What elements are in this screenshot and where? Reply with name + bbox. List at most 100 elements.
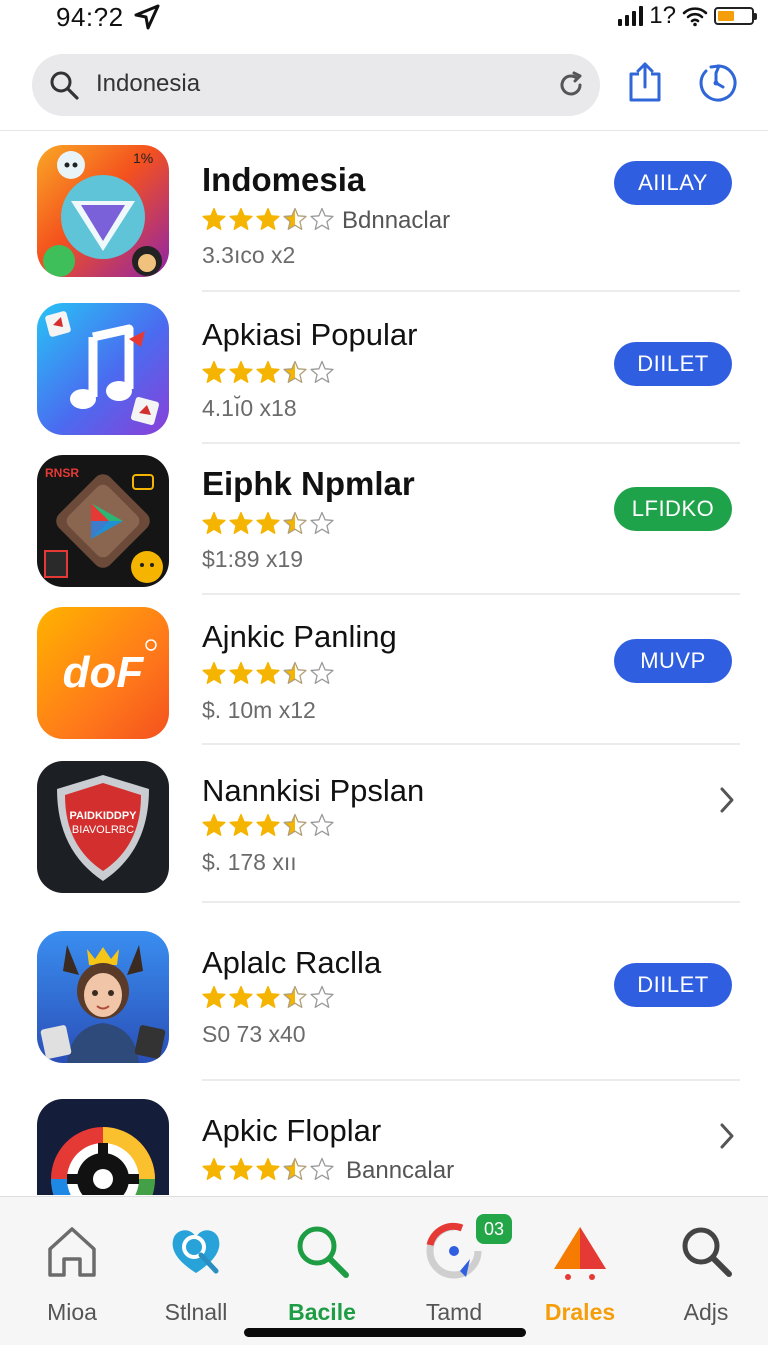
app-row[interactable]: Aplalc Raclla S0 73 x40 DIILET — [0, 903, 768, 1081]
play-store-game-icon[interactable]: RNSR — [37, 455, 169, 587]
music-note-app-icon[interactable] — [37, 303, 169, 435]
svg-text:BIAVOLRBC: BIAVOLRBC — [72, 824, 134, 836]
star — [202, 813, 226, 836]
app-meta: 4.1ı̆0 x18 — [202, 395, 297, 421]
star — [283, 661, 307, 684]
gear-wheel-app-icon[interactable] — [37, 1099, 169, 1195]
star — [229, 985, 253, 1008]
star — [310, 1157, 334, 1180]
home-icon — [48, 1227, 96, 1277]
star — [310, 985, 334, 1008]
colorful-folder-app-icon[interactable]: 1% — [37, 145, 169, 277]
tab-label: Mioa — [47, 1299, 97, 1325]
search-bar[interactable] — [32, 54, 600, 116]
star — [256, 207, 280, 230]
tab-label: Bacile — [288, 1299, 356, 1325]
star — [256, 360, 280, 383]
rating-label: Banncalar — [346, 1157, 455, 1184]
app-name[interactable]: Eiphk Npmlar — [202, 465, 415, 503]
star — [202, 661, 226, 684]
star — [202, 1157, 226, 1180]
rating-stars — [202, 511, 334, 534]
svg-text:1%: 1% — [133, 150, 153, 166]
rating-label: Bdnnaclar — [342, 207, 451, 234]
app-name[interactable]: Apkiasi Popular — [202, 317, 417, 353]
status-time: 94:?2 — [56, 2, 124, 32]
status-indicators: 1? — [618, 2, 757, 30]
get-button[interactable]: AIILAY — [614, 161, 732, 205]
star — [229, 813, 253, 836]
star — [256, 511, 280, 534]
star — [283, 207, 307, 230]
star — [229, 207, 253, 230]
tab-bacile[interactable]: Bacile — [258, 1197, 386, 1345]
app-name[interactable]: Apkic Floplar — [202, 1113, 381, 1149]
row-divider — [202, 290, 740, 292]
app-meta: $1:89 x19 — [202, 546, 304, 572]
star — [283, 1157, 307, 1180]
app-row[interactable]: RNSR Eiphk Npmlar $1:89 x19 LFIDKO — [0, 445, 768, 595]
location-arrow-icon — [134, 4, 160, 30]
search-input[interactable] — [96, 70, 536, 98]
star — [283, 511, 307, 534]
star — [256, 1157, 280, 1180]
app-meta: S0 73 x40 — [202, 1021, 306, 1047]
app-name[interactable]: Aplalc Raclla — [202, 945, 381, 981]
dori-logo-app-icon[interactable]: doF — [37, 607, 169, 739]
svg-text:RNSR: RNSR — [45, 466, 79, 480]
star — [283, 813, 307, 836]
get-button[interactable]: DIILET — [614, 963, 732, 1007]
tab-bar: Mioa Stlnall Bacile Tamd Drales Adjs — [0, 1196, 768, 1345]
rating-stars — [202, 1157, 334, 1180]
app-row[interactable]: PAIDKIDDPY BIAVOLRBC Nannkisi Ppslan $. … — [0, 745, 768, 903]
status-battery-text: 1? — [649, 2, 676, 29]
wifi-icon — [682, 7, 708, 27]
search-icon — [50, 71, 79, 100]
reload-icon[interactable] — [556, 70, 586, 100]
star — [229, 1157, 253, 1180]
star — [283, 360, 307, 383]
star — [202, 207, 226, 230]
tab-home[interactable]: Mioa — [8, 1197, 136, 1345]
tab-adjs[interactable]: Adjs — [642, 1197, 768, 1345]
shield-app-icon[interactable]: PAIDKIDDPY BIAVOLRBC — [37, 761, 169, 893]
battery-icon — [714, 7, 757, 25]
rating-stars — [202, 661, 334, 684]
rating-stars — [202, 813, 334, 836]
app-row[interactable]: doF Ajnkic Panling $. 10m x12 MUVP — [0, 593, 768, 745]
app-list: 1% Indomesia Bdnnaclar 3.3ıco x2 AIILAY — [0, 131, 768, 1195]
star — [310, 661, 334, 684]
home-indicator[interactable] — [244, 1328, 526, 1337]
star — [229, 661, 253, 684]
app-meta: $. 10m x12 — [202, 697, 316, 723]
rating-stars — [202, 207, 334, 230]
search-heart-icon — [172, 1230, 220, 1274]
chevron-right-icon[interactable] — [716, 785, 738, 815]
row-divider — [202, 442, 740, 444]
timer-icon[interactable] — [694, 62, 740, 104]
app-name[interactable]: Indomesia — [202, 161, 365, 199]
app-meta: $. 178 xıı — [202, 849, 297, 875]
star — [229, 360, 253, 383]
get-button[interactable]: MUVP — [614, 639, 732, 683]
tab-label: Adjs — [683, 1299, 729, 1325]
get-button[interactable]: DIILET — [614, 342, 732, 386]
get-button[interactable]: LFIDKO — [614, 487, 732, 531]
app-name[interactable]: Nannkisi Ppslan — [202, 773, 424, 809]
chevron-right-icon[interactable] — [716, 1121, 738, 1151]
app-row[interactable]: 1% Indomesia Bdnnaclar 3.3ıco x2 AIILAY — [0, 131, 768, 293]
star — [256, 985, 280, 1008]
share-icon[interactable] — [626, 60, 664, 104]
star — [310, 360, 334, 383]
tab-label: Tamd — [425, 1299, 483, 1325]
svg-text:doF: doF — [63, 648, 145, 697]
search-icon — [297, 1226, 349, 1278]
tab-stlnall[interactable]: Stlnall — [132, 1197, 260, 1345]
app-name[interactable]: Ajnkic Panling — [202, 619, 397, 655]
tab-drales[interactable]: Drales — [516, 1197, 644, 1345]
app-row[interactable]: Apkic Floplar Banncalar — [0, 1081, 768, 1195]
star — [202, 985, 226, 1008]
avatar-game-icon[interactable] — [37, 931, 169, 1063]
tab-label: Stlnall — [164, 1299, 228, 1325]
app-row[interactable]: Apkiasi Popular 4.1ı̆0 x18 DIILET — [0, 293, 768, 445]
